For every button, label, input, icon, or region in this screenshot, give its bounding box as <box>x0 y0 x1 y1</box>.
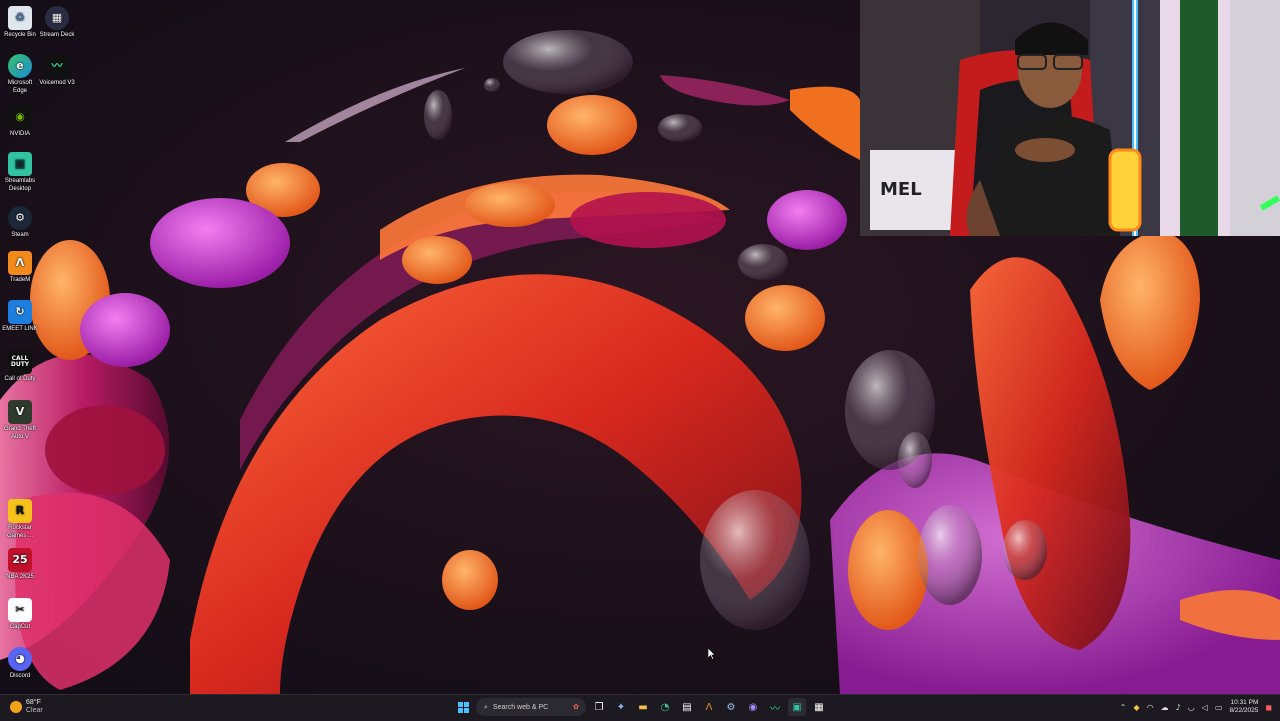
taskbar-streamlabs[interactable]: ▣ <box>788 698 806 716</box>
task-view-icon: ❐ <box>594 701 604 713</box>
desktop-icon-stream-deck[interactable]: ▦ Stream Deck <box>37 6 77 40</box>
edge-icon: e <box>8 54 32 78</box>
svg-text:MEL: MEL <box>880 179 922 200</box>
cloud-icon[interactable]: ☁ <box>1161 703 1169 712</box>
weather-temp: 68°F <box>26 699 41 706</box>
system-tray: ⌃ ◆ ◠ ☁ ♪ ◡ ◁ ▭ 10:31 PM 8/22/2025 ◼ <box>1120 699 1272 715</box>
desktop-icon-voicemod[interactable]: 〰 Voicemod V3 <box>37 54 77 88</box>
taskbar-app[interactable]: Λ <box>700 698 718 716</box>
desktop-icon-capcut[interactable]: ✂ CapCut <box>0 598 40 632</box>
taskbar-file-explorer[interactable]: ▬ <box>634 698 652 716</box>
desktop-icon-recycle-bin[interactable]: ♻ Recycle Bin <box>0 6 40 40</box>
discord-icon: ◕ <box>8 647 32 671</box>
store-icon: ▤ <box>682 701 692 713</box>
nvidia-icon: ◉ <box>8 105 32 129</box>
mouse-cursor-icon <box>708 648 716 660</box>
taskbar-copilot[interactable]: ✦ <box>612 698 630 716</box>
desktop-icon-gta[interactable]: V Grand Theft Auto V <box>0 400 40 441</box>
app-icon: Λ <box>8 251 32 275</box>
streamlabs-icon: ▣ <box>792 701 802 713</box>
wifi-icon[interactable]: ◡ <box>1188 703 1195 712</box>
weather-condition: Clear <box>26 707 43 714</box>
app-icon: 〰 <box>770 703 780 715</box>
weather-widget[interactable]: 68°F Clear <box>10 699 43 715</box>
desktop-icon-nba2k25[interactable]: 25 NBA 2K25 <box>0 548 40 582</box>
webcam-overlay: MEL <box>860 0 1280 236</box>
taskbar-voicemod[interactable]: ◉ <box>744 698 762 716</box>
nba2k25-icon: 25 <box>8 548 32 572</box>
voicemod-icon: ◉ <box>748 701 758 713</box>
desktop-icon-steam[interactable]: ⚙ Steam <box>0 206 40 240</box>
tray-app-icon[interactable]: ◆ <box>1133 703 1139 712</box>
voicemod-icon: 〰 <box>45 54 69 78</box>
desktop-icon-app[interactable]: Λ TradeM <box>0 251 40 285</box>
search-placeholder: Search web & PC <box>492 703 549 711</box>
notification-icon[interactable]: ◼ <box>1265 703 1272 712</box>
search-box[interactable]: ⌕ Search web & PC ✿ <box>476 698 586 716</box>
capcut-icon: ✂ <box>8 598 32 622</box>
folder-icon: ▬ <box>638 701 648 713</box>
clock[interactable]: 10:31 PM 8/22/2025 <box>1229 699 1258 715</box>
taskbar-steam[interactable]: ⚙ <box>722 698 740 716</box>
recycle-bin-icon: ♻ <box>8 6 32 30</box>
desktop-icon-rockstar[interactable]: R Rockstar Games ... <box>0 499 40 540</box>
desktop-icons: ♻ Recycle Bin ▦ Stream Deck e Microsoft … <box>0 0 80 694</box>
clock-date: 8/22/2025 <box>1229 707 1259 714</box>
taskbar-edge[interactable]: ◔ <box>656 698 674 716</box>
stream-deck-icon: ▦ <box>45 6 69 30</box>
desktop-icon-emeet[interactable]: ↻ EMEET LINK <box>0 300 40 334</box>
weather-icon <box>10 701 22 713</box>
streamlabs-icon: ▣ <box>8 152 32 176</box>
app-icon: Λ <box>705 701 713 713</box>
desktop-icon-streamlabs[interactable]: ▣ Streamlabs Desktop <box>0 152 40 193</box>
stream-deck-icon: ▦ <box>814 701 824 713</box>
taskbar-app-2[interactable]: 〰 <box>766 698 784 716</box>
call-of-duty-icon: CALL DUTY <box>8 350 32 374</box>
desktop-icon-edge[interactable]: e Microsoft Edge <box>0 54 40 95</box>
taskbar-center: ⌕ Search web & PC ✿ ❐ ✦ ▬ ◔ ▤ Λ ⚙ ◉ 〰 ▣ … <box>454 698 828 716</box>
taskbar: 68°F Clear ⌕ Search web & PC ✿ ❐ ✦ ▬ ◔ ▤… <box>0 694 1280 721</box>
search-icon: ⌕ <box>484 702 488 711</box>
windows-icon <box>457 701 469 713</box>
edge-icon: ◔ <box>660 701 670 713</box>
taskbar-store[interactable]: ▤ <box>678 698 696 716</box>
desktop-icon-call-of-duty[interactable]: CALL DUTY Call of Duty <box>0 350 40 384</box>
rockstar-icon: R <box>8 499 32 523</box>
network-icon[interactable]: ◠ <box>1147 703 1154 712</box>
taskbar-stream-deck[interactable]: ▦ <box>810 698 828 716</box>
taskbar-task-view[interactable]: ❐ <box>590 698 608 716</box>
volume-icon[interactable]: ◁ <box>1202 703 1208 712</box>
steam-icon: ⚙ <box>726 701 736 713</box>
gta-icon: V <box>8 400 32 424</box>
emeet-icon: ↻ <box>8 300 32 324</box>
steam-icon: ⚙ <box>8 206 32 230</box>
desktop-icon-nvidia[interactable]: ◉ NVIDIA <box>0 105 40 139</box>
chevron-up-icon[interactable]: ⌃ <box>1120 703 1127 712</box>
start-button[interactable] <box>454 698 472 716</box>
battery-icon[interactable]: ▭ <box>1215 703 1223 712</box>
microphone-icon[interactable]: ♪ <box>1176 703 1181 712</box>
copilot-icon: ✦ <box>616 701 626 713</box>
clock-time: 10:31 PM <box>1230 699 1259 706</box>
desktop-icon-discord[interactable]: ◕ Discord <box>0 647 40 681</box>
search-highlight-icon: ✿ <box>573 704 579 711</box>
